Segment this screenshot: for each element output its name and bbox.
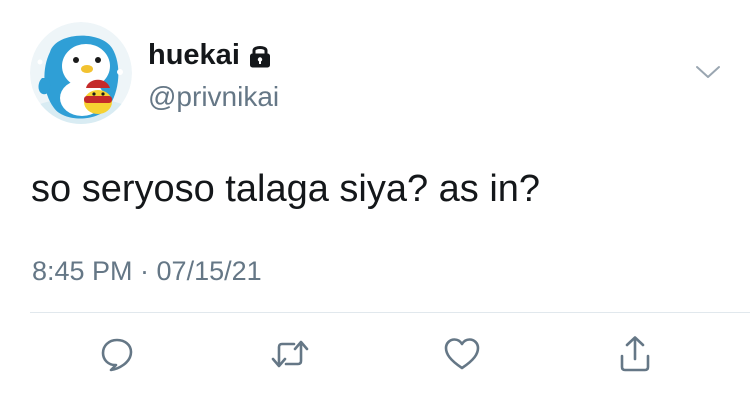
action-bar: [0, 332, 750, 380]
reply-button[interactable]: [95, 332, 139, 376]
author-handle[interactable]: @privnikai: [148, 80, 279, 114]
heart-icon: [444, 338, 480, 370]
share-upload-icon: [620, 336, 650, 372]
display-name[interactable]: huekai: [148, 38, 240, 72]
speech-bubble-icon: [101, 338, 133, 372]
share-button[interactable]: [613, 332, 657, 376]
divider: [30, 312, 750, 313]
chevron-down-icon[interactable]: [694, 62, 722, 82]
retweet-button[interactable]: [268, 332, 312, 376]
author-name-row: huekai: [148, 38, 272, 72]
avatar[interactable]: [30, 22, 132, 124]
like-button[interactable]: [440, 332, 484, 376]
retweet-icon: [271, 340, 309, 368]
tweet-timestamp[interactable]: 8:45 PM · 07/15/21: [32, 255, 262, 287]
penguin-avatar-image: [30, 22, 132, 124]
tweet-text: so seryoso talaga siya? as in?: [31, 168, 541, 210]
lock-icon: [248, 43, 272, 69]
